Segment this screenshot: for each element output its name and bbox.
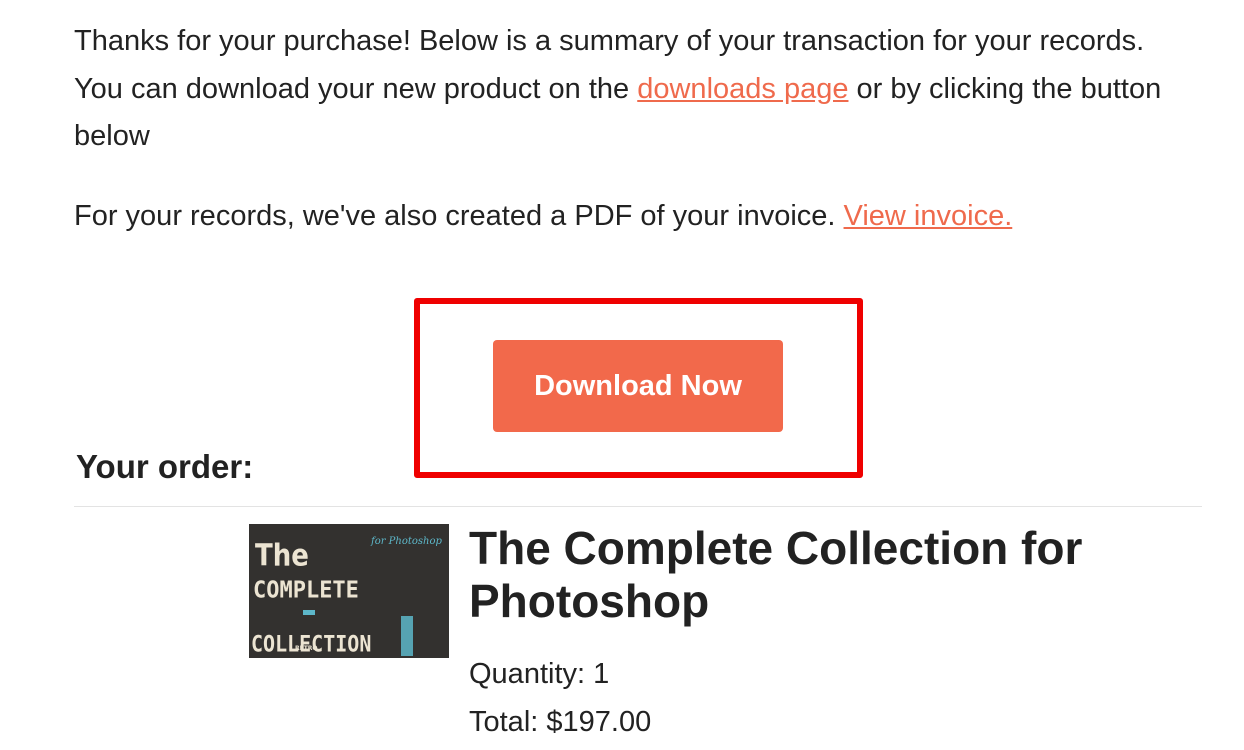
email-page: Thanks for your purchase! Below is a sum…: [0, 0, 1244, 750]
downloads-page-link[interactable]: downloads page: [637, 73, 848, 105]
download-now-button[interactable]: Download Now: [493, 340, 783, 432]
product-image-subtitle: for Photoshop: [370, 536, 443, 547]
product-image-badge: RETRO: [295, 645, 318, 652]
product-image: for Photoshop The COMPLETE COLLECTION RE…: [249, 524, 449, 658]
intro-paragraph: Thanks for your purchase! Below is a sum…: [74, 18, 1184, 161]
divider: [74, 506, 1202, 507]
product-image-line1: The: [255, 538, 309, 573]
quantity-label: Quantity:: [469, 658, 586, 690]
total-line: Total: $197.00: [469, 705, 651, 739]
invoice-text: For your records, we've also created a P…: [74, 200, 844, 232]
order-heading: Your order:: [76, 448, 254, 485]
total-value: $197.00: [546, 706, 652, 738]
view-invoice-link[interactable]: View invoice.: [844, 200, 1013, 232]
invoice-paragraph: For your records, we've also created a P…: [74, 193, 1184, 241]
product-image-line3: COLLECTION: [251, 631, 371, 657]
total-label: Total:: [469, 706, 539, 738]
quantity-line: Quantity: 1: [469, 657, 609, 691]
product-title: The Complete Collection for Photoshop: [469, 522, 1083, 627]
quantity-value: 1: [593, 658, 610, 690]
product-image-line2: COMPLETE: [253, 577, 359, 604]
